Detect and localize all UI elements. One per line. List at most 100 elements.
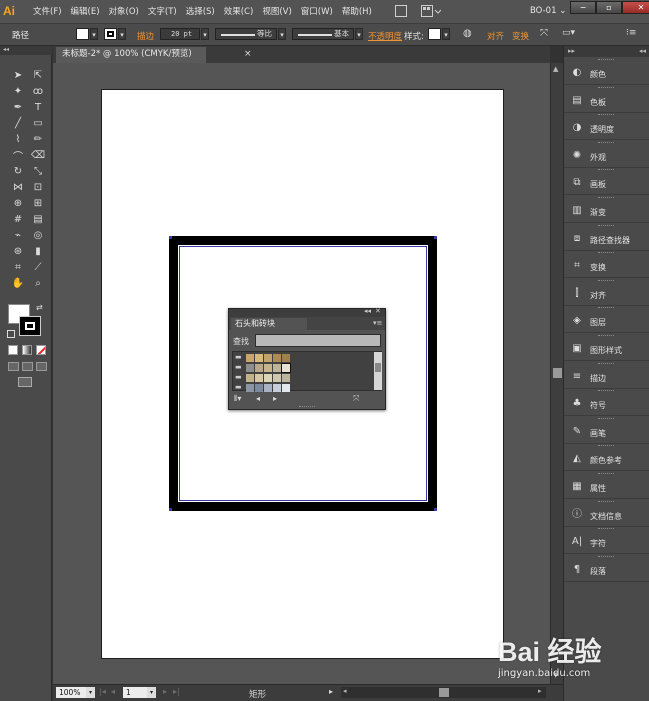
line-tool-icon[interactable]: ╱ — [9, 116, 27, 131]
eraser-tool-icon[interactable]: ⌫ — [29, 148, 47, 163]
swatch[interactable] — [273, 374, 281, 382]
panel-menu-icon[interactable]: ⁝≡ — [626, 28, 636, 38]
dock-grip[interactable] — [598, 362, 614, 365]
swatch[interactable] — [264, 384, 272, 392]
menu-item[interactable]: 文件(F) — [33, 5, 62, 17]
blob-brush-tool-icon[interactable]: ⌒ — [9, 148, 27, 163]
document-tab[interactable]: 未标题-2* @ 100% (CMYK/预览) — [56, 47, 206, 63]
panel-menu-icon[interactable]: ▾≡ — [373, 319, 382, 327]
type-tool-icon[interactable]: T — [29, 100, 47, 115]
menu-item[interactable]: 视图(V) — [262, 5, 291, 17]
anchor-point[interactable] — [434, 236, 437, 239]
menu-item[interactable]: 文字(T) — [148, 5, 177, 17]
artboard-number-field[interactable]: 1 — [123, 687, 147, 698]
direct-selection-tool-icon[interactable]: ⇱ — [29, 68, 47, 83]
dock-panel-item[interactable]: ◈ 图层 — [564, 306, 649, 334]
dock-grip[interactable] — [598, 555, 614, 558]
dock-collapse-icon[interactable]: ◂◂ — [639, 46, 646, 57]
dock-panel-item[interactable]: ≡ 描边 — [564, 362, 649, 389]
vertical-scrollbar[interactable]: ▲ ▼ — [550, 63, 563, 684]
find-input[interactable] — [255, 334, 381, 347]
gradient-mode-icon[interactable] — [22, 345, 32, 355]
menu-item[interactable]: 窗口(W) — [301, 5, 333, 17]
swatch[interactable] — [246, 364, 254, 372]
dock-grip[interactable] — [598, 473, 614, 475]
dock-grip[interactable] — [598, 59, 614, 61]
workspace-switcher[interactable]: BO-01 ⌄ — [530, 6, 566, 16]
swatch[interactable] — [255, 374, 263, 382]
swatch[interactable] — [255, 384, 263, 392]
dock-grip[interactable] — [598, 500, 614, 503]
hand-tool-icon[interactable]: ✋ — [9, 276, 27, 291]
first-artboard-icon[interactable]: |◂ — [99, 687, 106, 696]
dock-grip[interactable] — [598, 169, 614, 171]
profile-dropdown[interactable]: ▾ — [278, 28, 286, 40]
dock-grip[interactable] — [598, 224, 614, 227]
pencil-tool-icon[interactable]: ✏ — [29, 132, 47, 147]
swatch[interactable] — [264, 354, 272, 362]
mesh-tool-icon[interactable]: # — [9, 212, 27, 227]
previous-artboard-icon[interactable]: ◂ — [111, 687, 115, 696]
swatch[interactable] — [264, 374, 272, 382]
zoom-tool-icon[interactable]: ⌕ — [29, 276, 47, 291]
opacity-label[interactable]: 不透明度 — [368, 30, 402, 42]
dock-panel-item[interactable]: ⫿ 对齐 — [564, 279, 649, 306]
swatch[interactable] — [246, 384, 254, 392]
perspective-grid-tool-icon[interactable]: ⊞ — [29, 196, 47, 211]
dock-grip[interactable] — [598, 417, 614, 420]
dock-header[interactable]: ▸▸ ◂◂ — [564, 46, 649, 57]
dock-panel-item[interactable]: ▦ 属性 — [564, 472, 649, 499]
fill-color-swatch[interactable] — [76, 28, 89, 40]
gradient-tool-icon[interactable]: ▤ — [29, 212, 47, 227]
stroke-dropdown[interactable]: ▾ — [118, 28, 126, 40]
dock-panel-item[interactable]: ✎ 画笔 — [564, 417, 649, 444]
swatch[interactable] — [282, 354, 290, 362]
dock-panel-item[interactable]: A| 字符 — [564, 527, 649, 555]
zoom-field[interactable]: 100% — [56, 687, 86, 698]
next-artboard-icon[interactable]: ▸ — [163, 687, 167, 696]
maximize-button[interactable]: ▫ — [596, 1, 622, 14]
swatch[interactable] — [282, 374, 290, 382]
stroke-swatch[interactable] — [19, 316, 41, 336]
shape-builder-tool-icon[interactable]: ⊕ — [9, 196, 27, 211]
swatch[interactable] — [255, 364, 263, 372]
panel-resize-grip[interactable] — [299, 406, 315, 408]
brush-definition[interactable]: 基本 — [292, 28, 354, 40]
dock-panel-item[interactable]: ◭ 颜色参考 — [564, 444, 649, 472]
swatch[interactable] — [281, 363, 291, 373]
library-menu-icon[interactable]: ⫴▾ — [234, 394, 241, 404]
menu-item[interactable]: 帮助(H) — [342, 5, 372, 17]
dock-panel-item[interactable]: ◑ 透明度 — [564, 113, 649, 141]
none-mode-icon[interactable] — [36, 345, 46, 355]
stroke-weight-dropdown[interactable]: ▾ — [201, 28, 209, 40]
swatch[interactable] — [246, 374, 254, 382]
scroll-left-icon[interactable]: ◂ — [343, 687, 347, 695]
dock-panel-item[interactable]: ⧉ 画板 — [564, 168, 649, 196]
swatch[interactable] — [273, 384, 281, 392]
swatch[interactable] — [282, 384, 290, 392]
anchor-point[interactable] — [169, 236, 172, 239]
dock-panel-item[interactable]: ▥ 渐变 — [564, 196, 649, 223]
dock-grip[interactable] — [598, 390, 614, 392]
draw-inside-icon[interactable] — [36, 362, 47, 371]
swatch-options-icon[interactable]: ⤧ — [353, 394, 359, 404]
selection-tool-icon[interactable]: ➤ — [9, 68, 27, 83]
dock-grip[interactable] — [598, 445, 614, 447]
graphic-style-swatch[interactable] — [428, 28, 441, 40]
swatch[interactable] — [273, 364, 281, 372]
scroll-up-icon[interactable]: ▲ — [553, 65, 558, 73]
status-menu-arrow-icon[interactable]: ▸ — [329, 687, 333, 696]
dock-grip[interactable] — [598, 197, 614, 199]
menu-item[interactable]: 对象(O) — [109, 5, 139, 17]
menu-item[interactable]: 效果(C) — [224, 5, 254, 17]
artboard-tool-icon[interactable]: ⌗ — [9, 260, 27, 275]
dock-grip[interactable] — [598, 279, 614, 282]
width-tool-icon[interactable]: ⋈ — [9, 180, 27, 195]
fill-dropdown[interactable]: ▾ — [90, 28, 98, 40]
dock-panel-item[interactable]: ▣ 图形样式 — [564, 334, 649, 361]
panel-tab[interactable]: 石头和砖块 — [231, 318, 307, 330]
document-tab-close-icon[interactable]: × — [244, 49, 252, 59]
dock-panel-item[interactable]: ⧈ 路径查找器 — [564, 224, 649, 251]
column-graph-tool-icon[interactable]: ▮ — [29, 244, 47, 259]
dock-grip[interactable] — [598, 252, 614, 254]
